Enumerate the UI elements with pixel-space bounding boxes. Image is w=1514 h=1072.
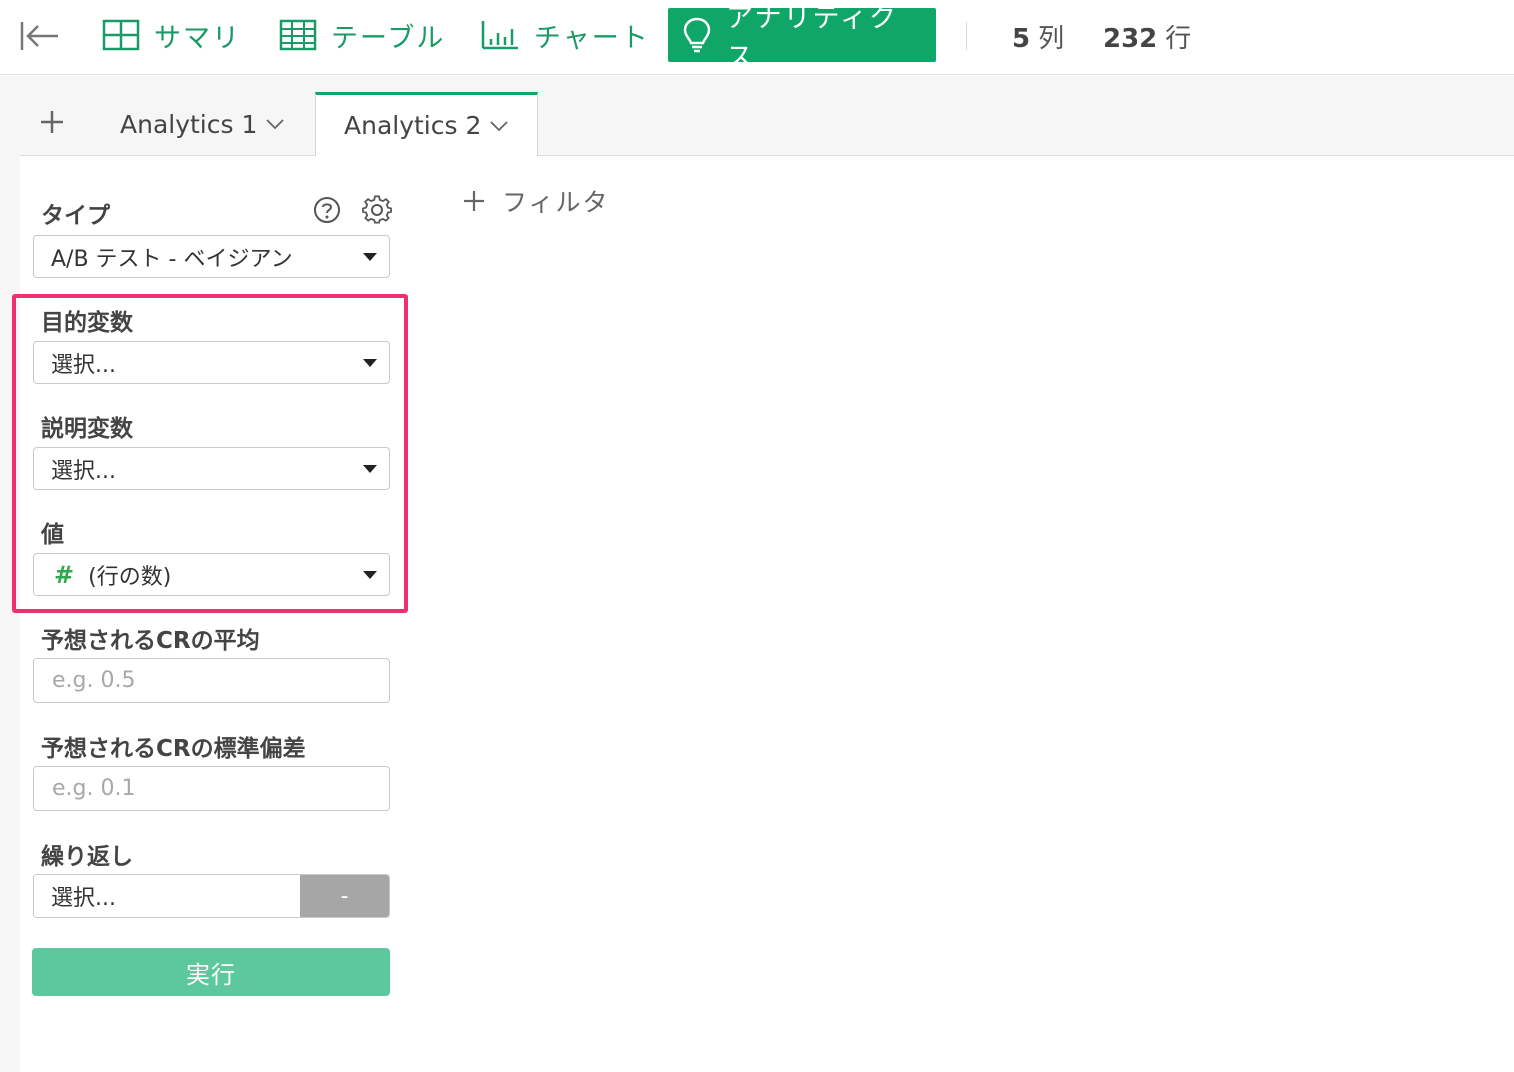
arrow-left-bar-icon: [20, 22, 58, 50]
tab-label: Analytics 2: [344, 111, 482, 140]
expected-cr-sd-label: 予想されるCRの標準偏差: [41, 736, 306, 762]
add-filter-button[interactable]: フィルタ: [462, 184, 610, 218]
plus-icon: [41, 111, 63, 133]
expected-cr-sd-input[interactable]: [33, 766, 390, 811]
help-button[interactable]: [313, 196, 341, 228]
expected-cr-mean-input[interactable]: [33, 658, 390, 703]
value-label: 値: [41, 522, 64, 548]
caret-down-icon: [363, 571, 377, 579]
type-select[interactable]: A/B テスト - ベイジアン: [33, 235, 390, 278]
nav-summary[interactable]: サマリ: [102, 8, 241, 62]
tab-analytics-1[interactable]: Analytics 1: [120, 92, 285, 156]
columns-count: 5 列: [1012, 18, 1064, 55]
explanatory-variable-label: 説明変数: [41, 416, 133, 442]
type-label: タイプ: [41, 203, 110, 229]
numeric-hash-icon: #: [54, 560, 75, 589]
repeat-select-group: 選択... -: [33, 874, 390, 918]
tab-label: Analytics 1: [120, 109, 258, 139]
left-gutter: [0, 156, 20, 1072]
target-variable-value: 選択...: [51, 352, 116, 378]
caret-down-icon: [363, 359, 377, 367]
columns-count-unit: 列: [1038, 24, 1065, 54]
plus-icon: [464, 191, 484, 211]
repeat-secondary-label: -: [340, 883, 349, 909]
nav-analytics-label: アナリティクス: [726, 3, 898, 73]
repeat-label: 繰り返し: [41, 844, 133, 870]
caret-down-icon: [363, 253, 377, 261]
gear-icon: [362, 195, 392, 224]
repeat-secondary-button[interactable]: -: [300, 875, 389, 917]
tab-analytics-2[interactable]: Analytics 2: [315, 92, 539, 156]
value-select-value: (行の数): [88, 564, 172, 590]
run-button-label: 実行: [186, 960, 236, 989]
target-variable-label: 目的変数: [41, 310, 133, 336]
rows-count-unit: 行: [1165, 24, 1192, 54]
add-filter-label: フィルタ: [502, 188, 610, 217]
nav-table-label: テーブル: [331, 22, 446, 54]
columns-count-value: 5: [1012, 24, 1031, 54]
add-tab-button[interactable]: [36, 106, 68, 138]
lightbulb-icon: [683, 17, 711, 53]
analytics-config-panel: [20, 156, 412, 1072]
caret-down-icon: [363, 465, 377, 473]
type-select-value: A/B テスト - ベイジアン: [51, 246, 293, 272]
summary-grid-icon: [102, 19, 140, 51]
nav-chart[interactable]: チャート: [480, 8, 650, 62]
nav-table[interactable]: テーブル: [279, 8, 445, 62]
rows-count: 232 行: [1103, 18, 1191, 55]
repeat-select[interactable]: 選択...: [34, 875, 300, 917]
run-button[interactable]: 実行: [32, 948, 390, 996]
chevron-down-icon[interactable]: [265, 117, 285, 131]
value-select[interactable]: # (行の数): [33, 553, 390, 596]
help-circle-icon: [314, 197, 340, 223]
settings-button[interactable]: [362, 195, 392, 229]
repeat-select-value: 選択...: [51, 886, 116, 911]
explanatory-variable-select[interactable]: 選択...: [33, 447, 390, 490]
toolbar-divider: [966, 22, 967, 50]
bar-chart-icon: [481, 21, 518, 50]
target-variable-select[interactable]: 選択...: [33, 341, 390, 384]
nav-summary-label: サマリ: [154, 22, 241, 54]
table-icon: [279, 19, 317, 51]
nav-chart-label: チャート: [534, 22, 650, 54]
top-toolbar: サマリ テーブル チャート アナリティクス 5 列 232 行: [0, 0, 1514, 75]
explanatory-variable-value: 選択...: [51, 458, 116, 484]
collapse-back-button[interactable]: [18, 18, 60, 54]
expected-cr-mean-label: 予想されるCRの平均: [41, 628, 260, 654]
chevron-down-icon[interactable]: [489, 119, 509, 133]
rows-count-value: 232: [1103, 24, 1158, 54]
nav-analytics[interactable]: アナリティクス: [668, 3, 936, 73]
